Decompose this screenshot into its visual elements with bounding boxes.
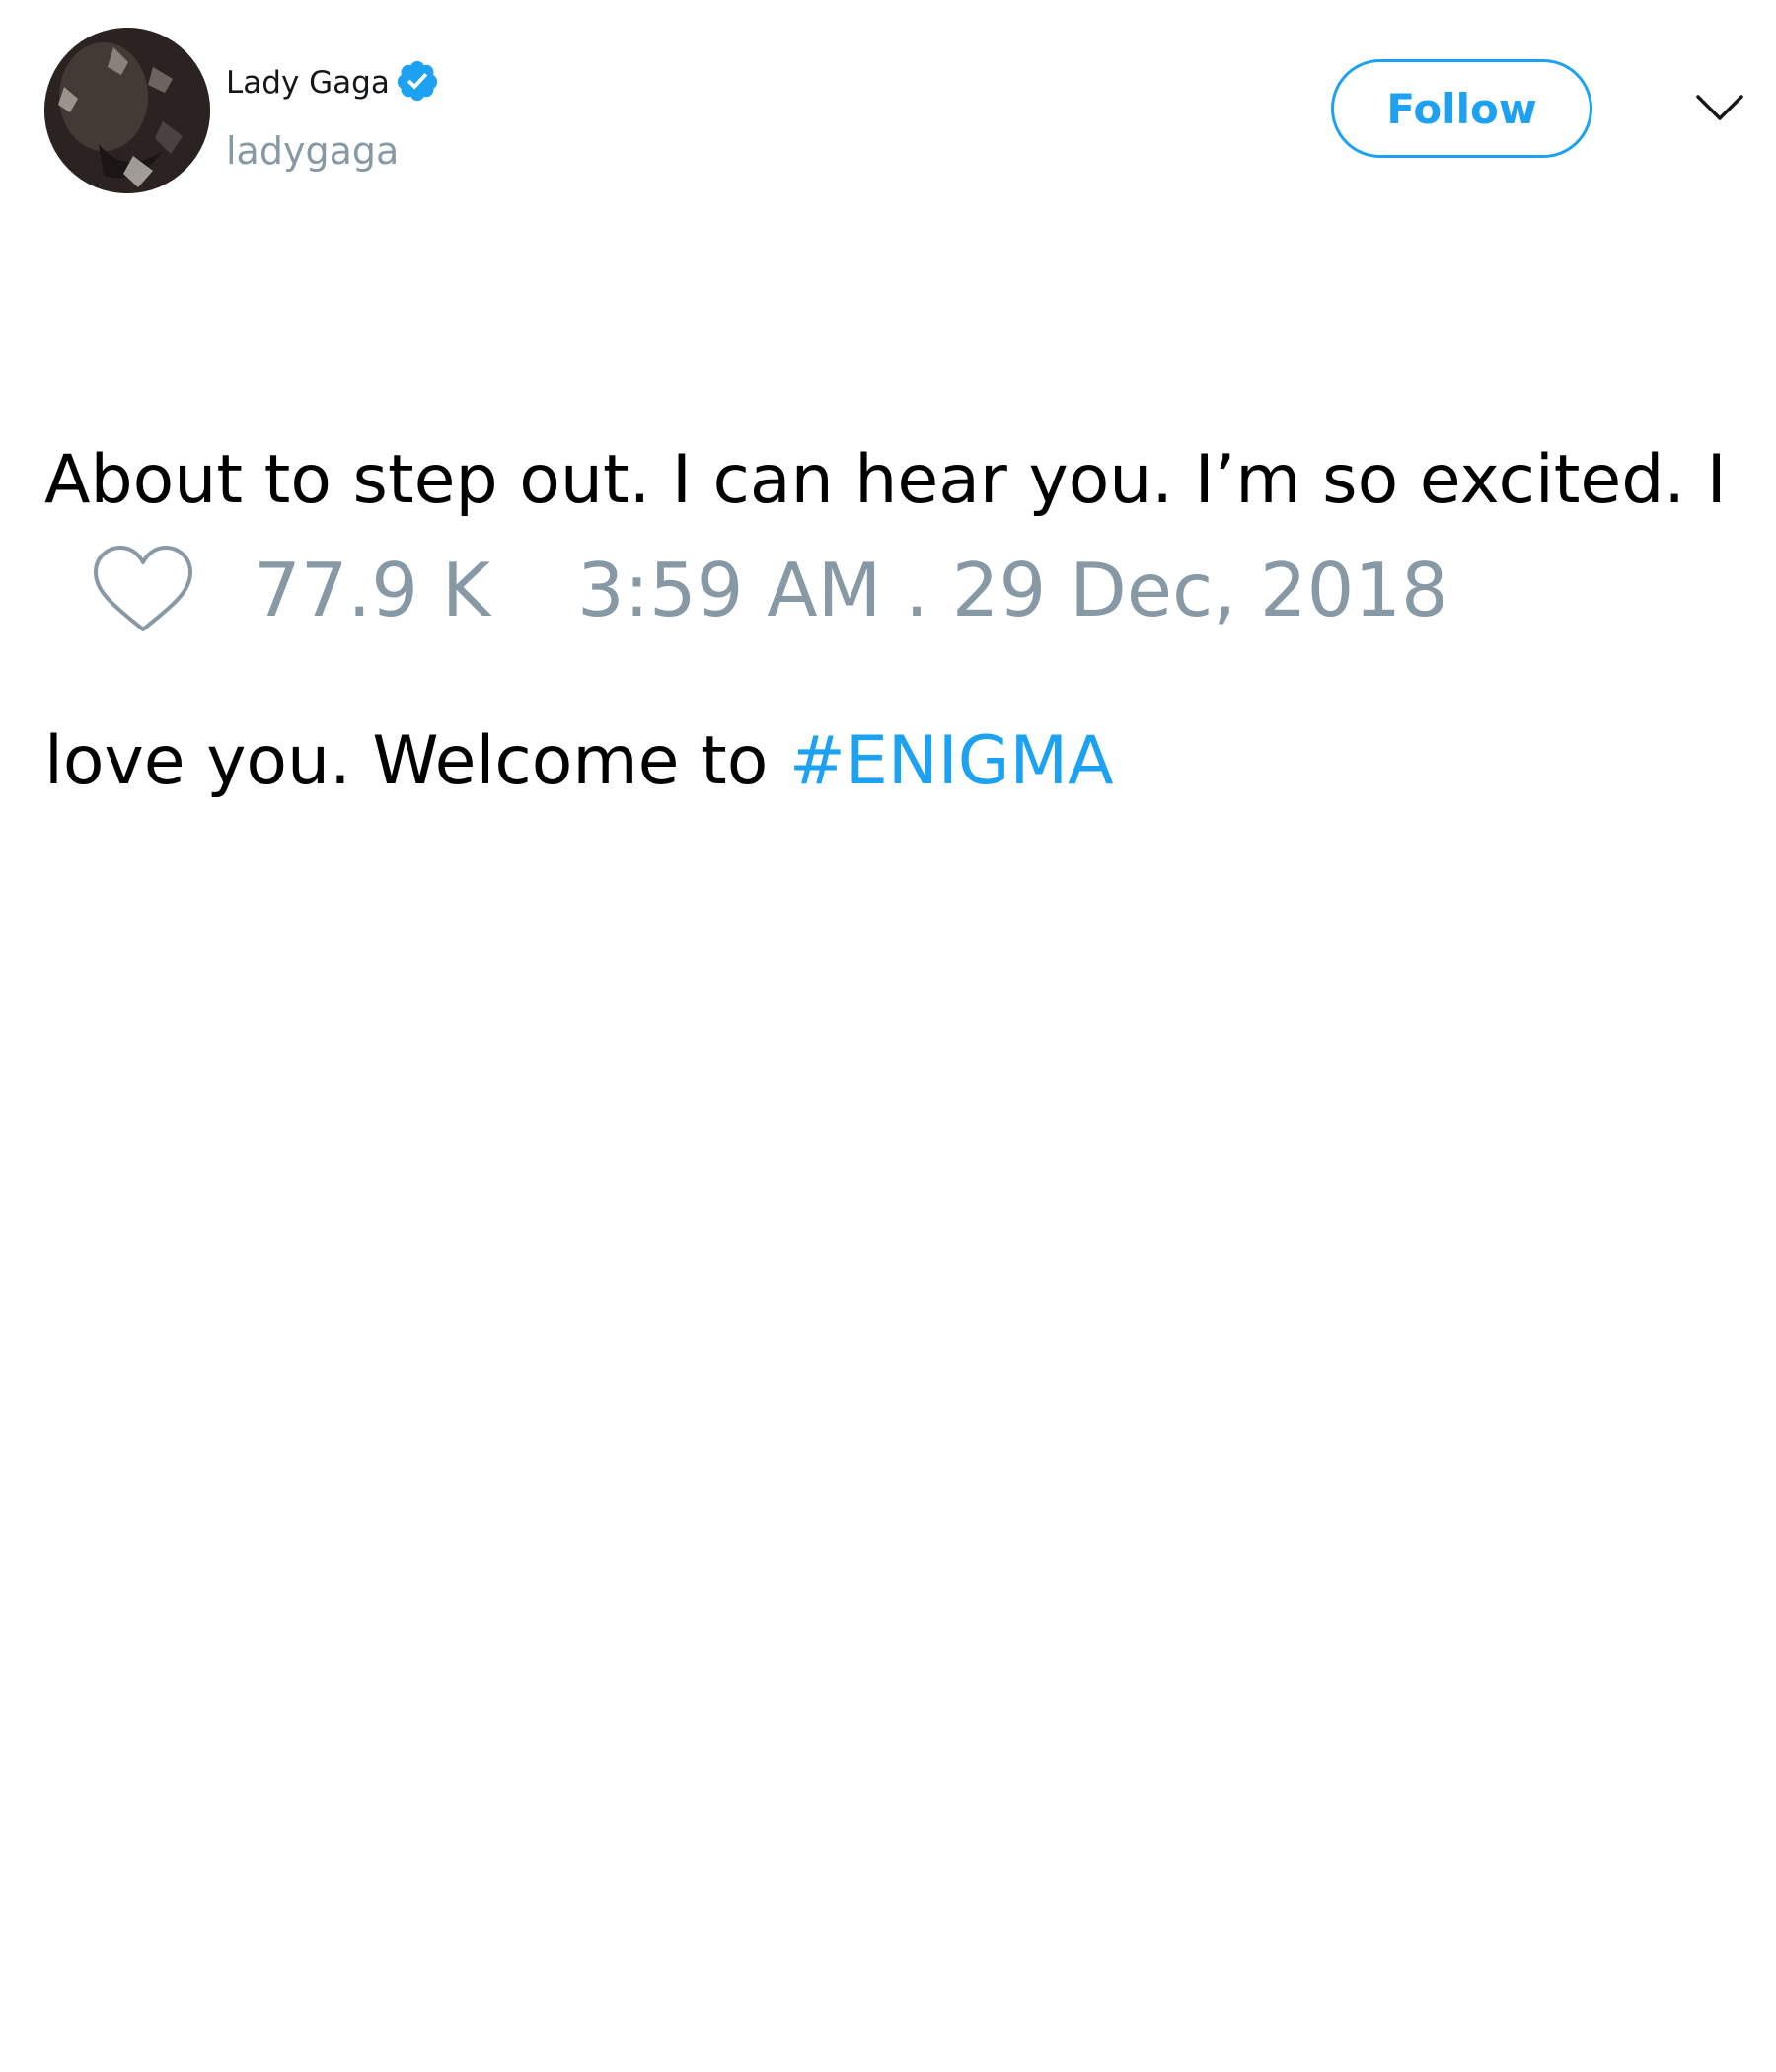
chevron-down-icon[interactable] xyxy=(1695,91,1744,126)
user-handle[interactable]: ladygaga xyxy=(226,128,399,174)
hashtag-link[interactable]: #ENIGMA xyxy=(789,722,1114,800)
avatar[interactable] xyxy=(44,28,210,193)
display-name[interactable]: Lady Gaga xyxy=(226,63,390,103)
tweet-text-line-1: About to step out. I can hear you. I’m s… xyxy=(44,441,1727,519)
profile-photo-icon xyxy=(44,28,210,193)
tweet-text-line-2-prefix: love you. Welcome to xyxy=(44,722,789,800)
heart-icon[interactable] xyxy=(90,543,196,637)
tweet-timestamp[interactable]: 3:59 AM . 29 Dec, 2018 xyxy=(577,546,1448,634)
follow-button[interactable]: Follow xyxy=(1331,59,1592,158)
tweet-text-line-2: love you. Welcome to #ENIGMA xyxy=(44,714,1776,808)
verified-badge-icon xyxy=(397,60,438,102)
like-count: 77.9 K xyxy=(254,547,491,633)
